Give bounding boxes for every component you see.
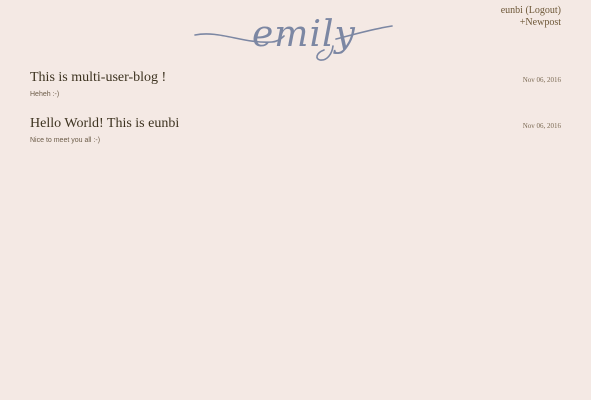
post-item: This is multi-user-blog ! Nov 06, 2016 H… [30, 68, 561, 100]
post-title-link[interactable]: This is multi-user-blog ! [30, 68, 561, 88]
username: eunbi [500, 5, 523, 16]
post-item: Hello World! This is eunbi Nov 06, 2016 … [30, 114, 561, 146]
post-date: Nov 06, 2016 [522, 76, 561, 84]
post-excerpt: Nice to meet you all :-) [30, 137, 101, 144]
emily-logo-graphic: emily [194, 14, 393, 61]
post-list: This is multi-user-blog ! Nov 06, 2016 H… [30, 68, 561, 160]
new-post-link[interactable]: +Newpost [520, 17, 561, 28]
post-title-link[interactable]: Hello World! This is eunbi [30, 114, 561, 134]
post-date: Nov 06, 2016 [522, 122, 561, 130]
user-nav: eunbi (Logout) +Newpost [501, 5, 561, 29]
logout-link[interactable]: (Logout) [525, 5, 561, 16]
user-status: eunbi (Logout) [501, 5, 561, 17]
post-excerpt: Heheh :-) [30, 91, 60, 98]
site-logo[interactable]: emily [194, 8, 394, 66]
logo-text: emily [252, 14, 356, 55]
